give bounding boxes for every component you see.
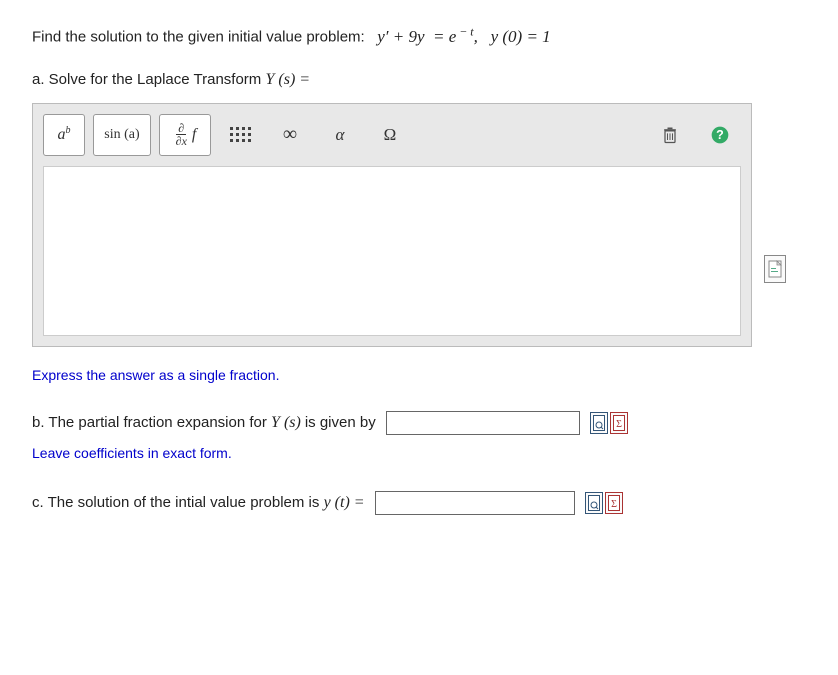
expand-icon: Σ	[608, 495, 620, 511]
alpha-button[interactable]: α	[319, 114, 361, 156]
trash-icon	[660, 125, 680, 145]
preview-icon	[588, 495, 600, 511]
preview-icon	[593, 415, 605, 431]
svg-text:Σ: Σ	[616, 419, 622, 430]
help-icon: ?	[710, 125, 730, 145]
part-b-row: b. The partial fraction expansion for Y …	[32, 411, 806, 435]
problem-prefix: Find the solution to the given initial v…	[32, 29, 365, 46]
equation-editor: ab sin (a) ∂ ∂x f ∞ α Ω	[32, 103, 752, 347]
infinity-button[interactable]: ∞	[269, 114, 311, 156]
problem-statement: Find the solution to the given initial v…	[32, 24, 806, 47]
part-a-func: Y (s) =	[265, 71, 310, 88]
part-c-label: c. The solution of the intial value prob…	[32, 494, 365, 512]
expand-c-button[interactable]: Σ	[605, 492, 623, 514]
trig-button[interactable]: sin (a)	[93, 114, 151, 156]
preview-button[interactable]	[764, 255, 786, 283]
part-c-input[interactable]	[375, 491, 575, 515]
part-b-hint: Leave coefficients in exact form.	[32, 445, 806, 461]
part-b-input[interactable]	[386, 411, 580, 435]
document-icon	[768, 260, 782, 278]
part-a-label: a. Solve for the Laplace Transform Y (s)…	[32, 71, 806, 89]
equation-input-area[interactable]	[43, 166, 741, 336]
exponent-button[interactable]: ab	[43, 114, 85, 156]
svg-text:?: ?	[716, 128, 724, 142]
problem-equation: y′ + 9y = e − t, y (0) = 1	[377, 27, 550, 46]
part-a-hint: Express the answer as a single fraction.	[32, 367, 806, 383]
part-b-label: b. The partial fraction expansion for Y …	[32, 414, 376, 432]
help-button[interactable]: ?	[699, 114, 741, 156]
derivative-button[interactable]: ∂ ∂x f	[159, 114, 211, 156]
part-c-row: c. The solution of the intial value prob…	[32, 491, 806, 515]
preview-b-button[interactable]	[590, 412, 608, 434]
preview-c-button[interactable]	[585, 492, 603, 514]
svg-text:Σ: Σ	[611, 499, 617, 510]
clear-button[interactable]	[649, 114, 691, 156]
omega-button[interactable]: Ω	[369, 114, 411, 156]
keypad-button[interactable]	[219, 114, 261, 156]
expand-icon: Σ	[613, 415, 625, 431]
dots-icon	[230, 127, 251, 142]
expand-b-button[interactable]: Σ	[610, 412, 628, 434]
editor-toolbar: ab sin (a) ∂ ∂x f ∞ α Ω	[33, 104, 751, 166]
